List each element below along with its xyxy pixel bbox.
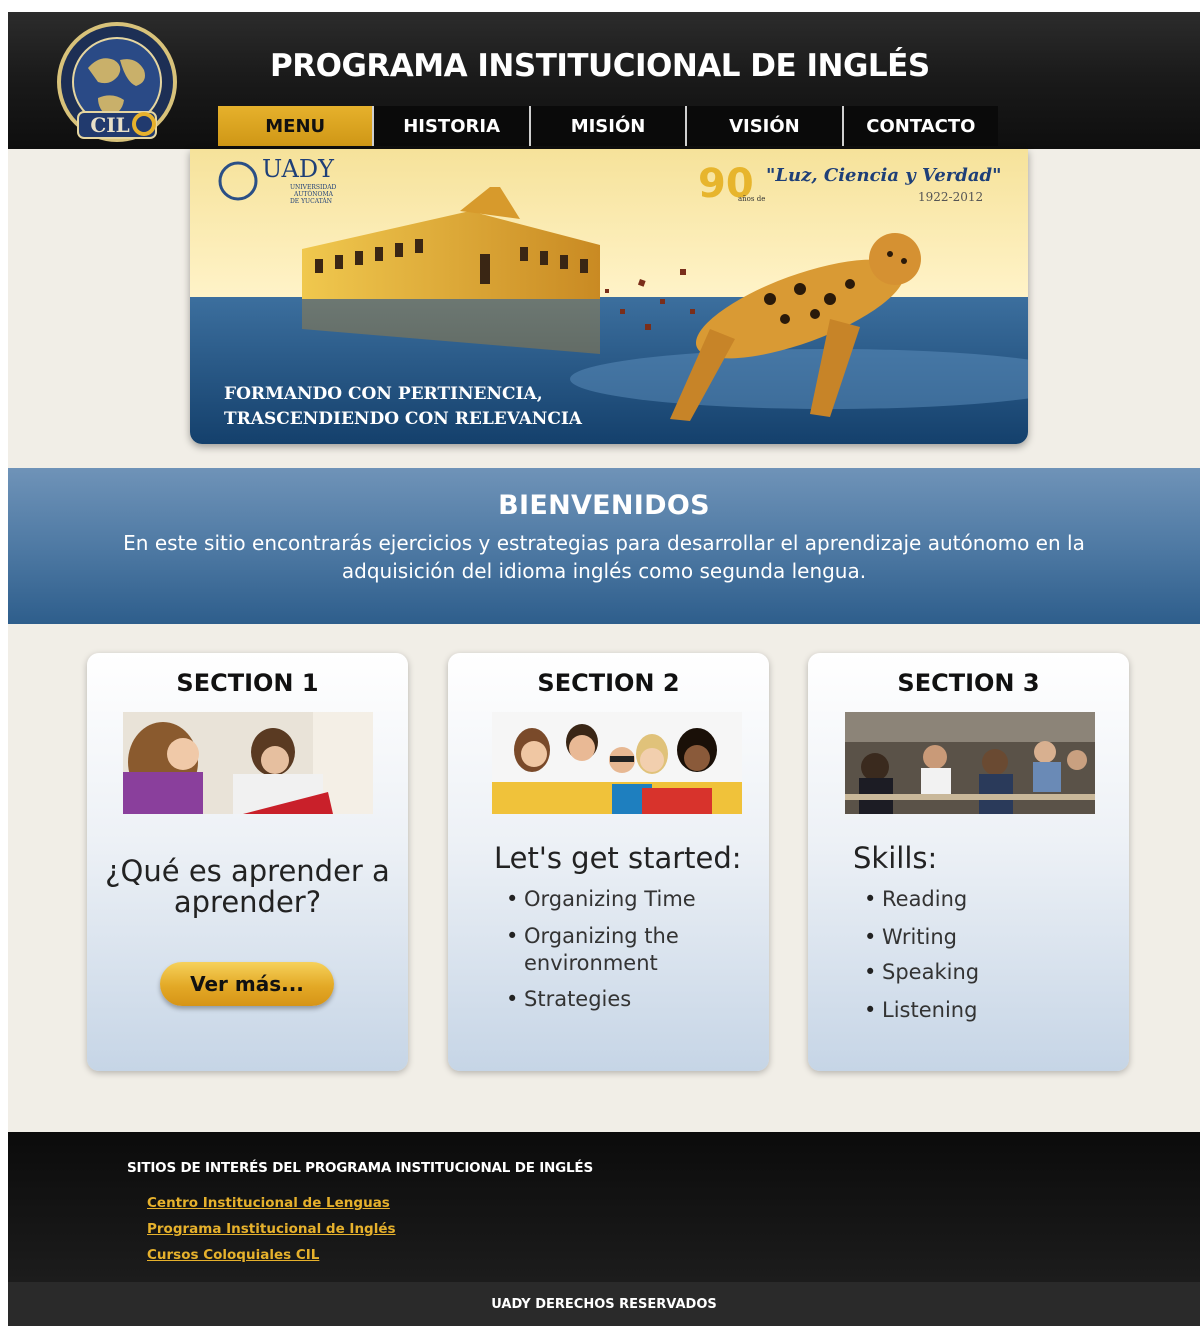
cil-logo[interactable]: CIL bbox=[48, 20, 186, 144]
footer-title: SITIOS DE INTERÉS DEL PROGRAMA INSTITUCI… bbox=[127, 1160, 593, 1176]
svg-text:años de: años de bbox=[738, 195, 765, 203]
main-nav: MENU HISTORIA MISIÓN VISIÓN CONTACTO bbox=[218, 106, 998, 146]
svg-text:DE YUCATÁN: DE YUCATÁN bbox=[290, 198, 332, 205]
uady-brand: UADY bbox=[262, 155, 335, 183]
motto: "Luz, Ciencia y Verdad" bbox=[766, 165, 1002, 186]
section-3-photo bbox=[845, 712, 1095, 814]
hero-banner: UADY UNIVERSIDAD AUTÓNOMA DE YUCATÁN 90 … bbox=[190, 149, 1028, 444]
list-item[interactable]: Organizing Time bbox=[506, 885, 746, 913]
list-item[interactable]: Reading bbox=[864, 885, 1104, 913]
nav-item-menu[interactable]: MENU bbox=[218, 106, 373, 146]
section-1-intro: ¿Qué es aprender a aprender? bbox=[105, 854, 390, 919]
section-2-list: Organizing Time Organizing the environme… bbox=[506, 885, 746, 1013]
section-2-photo bbox=[492, 712, 742, 814]
logo-text: CIL bbox=[90, 113, 129, 137]
copyright-text: UADY DERECHOS RESERVADOS bbox=[491, 1296, 717, 1312]
section-3-title: SECTION 3 bbox=[897, 669, 1040, 697]
section-1-card: SECTION 1 ¿Qué es aprender a aprender? V… bbox=[87, 653, 408, 1071]
years: 1922-2012 bbox=[918, 190, 983, 204]
section-3-card: SECTION 3 Skills: Reading Writing Speaki… bbox=[808, 653, 1129, 1071]
banner-slogan-line2: TRASCENDIENDO CON RELEVANCIA bbox=[224, 409, 583, 429]
ver-mas-button[interactable]: Ver más... bbox=[160, 962, 334, 1006]
svg-text:AUTÓNOMA: AUTÓNOMA bbox=[293, 190, 334, 198]
section-3-intro: Skills: bbox=[853, 841, 938, 875]
banner-slogan-line1: FORMANDO CON PERTINENCIA, bbox=[224, 384, 543, 404]
site-header: CIL PROGRAMA INSTITUCIONAL DE INGLÉS MEN… bbox=[8, 12, 1200, 149]
nav-item-contacto[interactable]: CONTACTO bbox=[841, 106, 998, 146]
section-3-list: Reading Writing Speaking Listening bbox=[864, 885, 1104, 1024]
footer-link-programa[interactable]: Programa Institucional de Inglés bbox=[147, 1221, 396, 1237]
welcome-section: BIENVENIDOS En este sitio encontrarás ej… bbox=[8, 468, 1200, 624]
list-item[interactable]: Speaking bbox=[864, 958, 1104, 986]
list-item[interactable]: Listening bbox=[864, 996, 1104, 1024]
svg-text:UNIVERSIDAD: UNIVERSIDAD bbox=[290, 184, 337, 191]
section-2-card: SECTION 2 Let's get started: Organizing … bbox=[448, 653, 769, 1071]
nav-item-mision[interactable]: MISIÓN bbox=[528, 106, 685, 146]
nav-item-vision[interactable]: VISIÓN bbox=[685, 106, 841, 146]
footer-link-cursos[interactable]: Cursos Coloquiales CIL bbox=[147, 1247, 319, 1263]
section-1-title: SECTION 1 bbox=[176, 669, 319, 697]
section-2-intro: Let's get started: bbox=[494, 841, 742, 875]
list-item[interactable]: Organizing the environment bbox=[506, 923, 746, 977]
site-footer: SITIOS DE INTERÉS DEL PROGRAMA INSTITUCI… bbox=[8, 1132, 1200, 1282]
list-item[interactable]: Strategies bbox=[506, 985, 746, 1013]
welcome-title: BIENVENIDOS bbox=[498, 490, 710, 521]
list-item[interactable]: Writing bbox=[864, 923, 1104, 951]
section-2-title: SECTION 2 bbox=[537, 669, 680, 697]
copyright-bar: UADY DERECHOS RESERVADOS bbox=[8, 1282, 1200, 1326]
section-1-photo bbox=[123, 712, 373, 814]
page: CIL PROGRAMA INSTITUCIONAL DE INGLÉS MEN… bbox=[8, 12, 1200, 1326]
welcome-text: En este sitio encontrarás ejercicios y e… bbox=[123, 531, 1085, 583]
site-title: PROGRAMA INSTITUCIONAL DE INGLÉS bbox=[270, 48, 930, 84]
footer-link-cil[interactable]: Centro Institucional de Lenguas bbox=[147, 1195, 390, 1211]
nav-item-historia[interactable]: HISTORIA bbox=[372, 106, 528, 146]
